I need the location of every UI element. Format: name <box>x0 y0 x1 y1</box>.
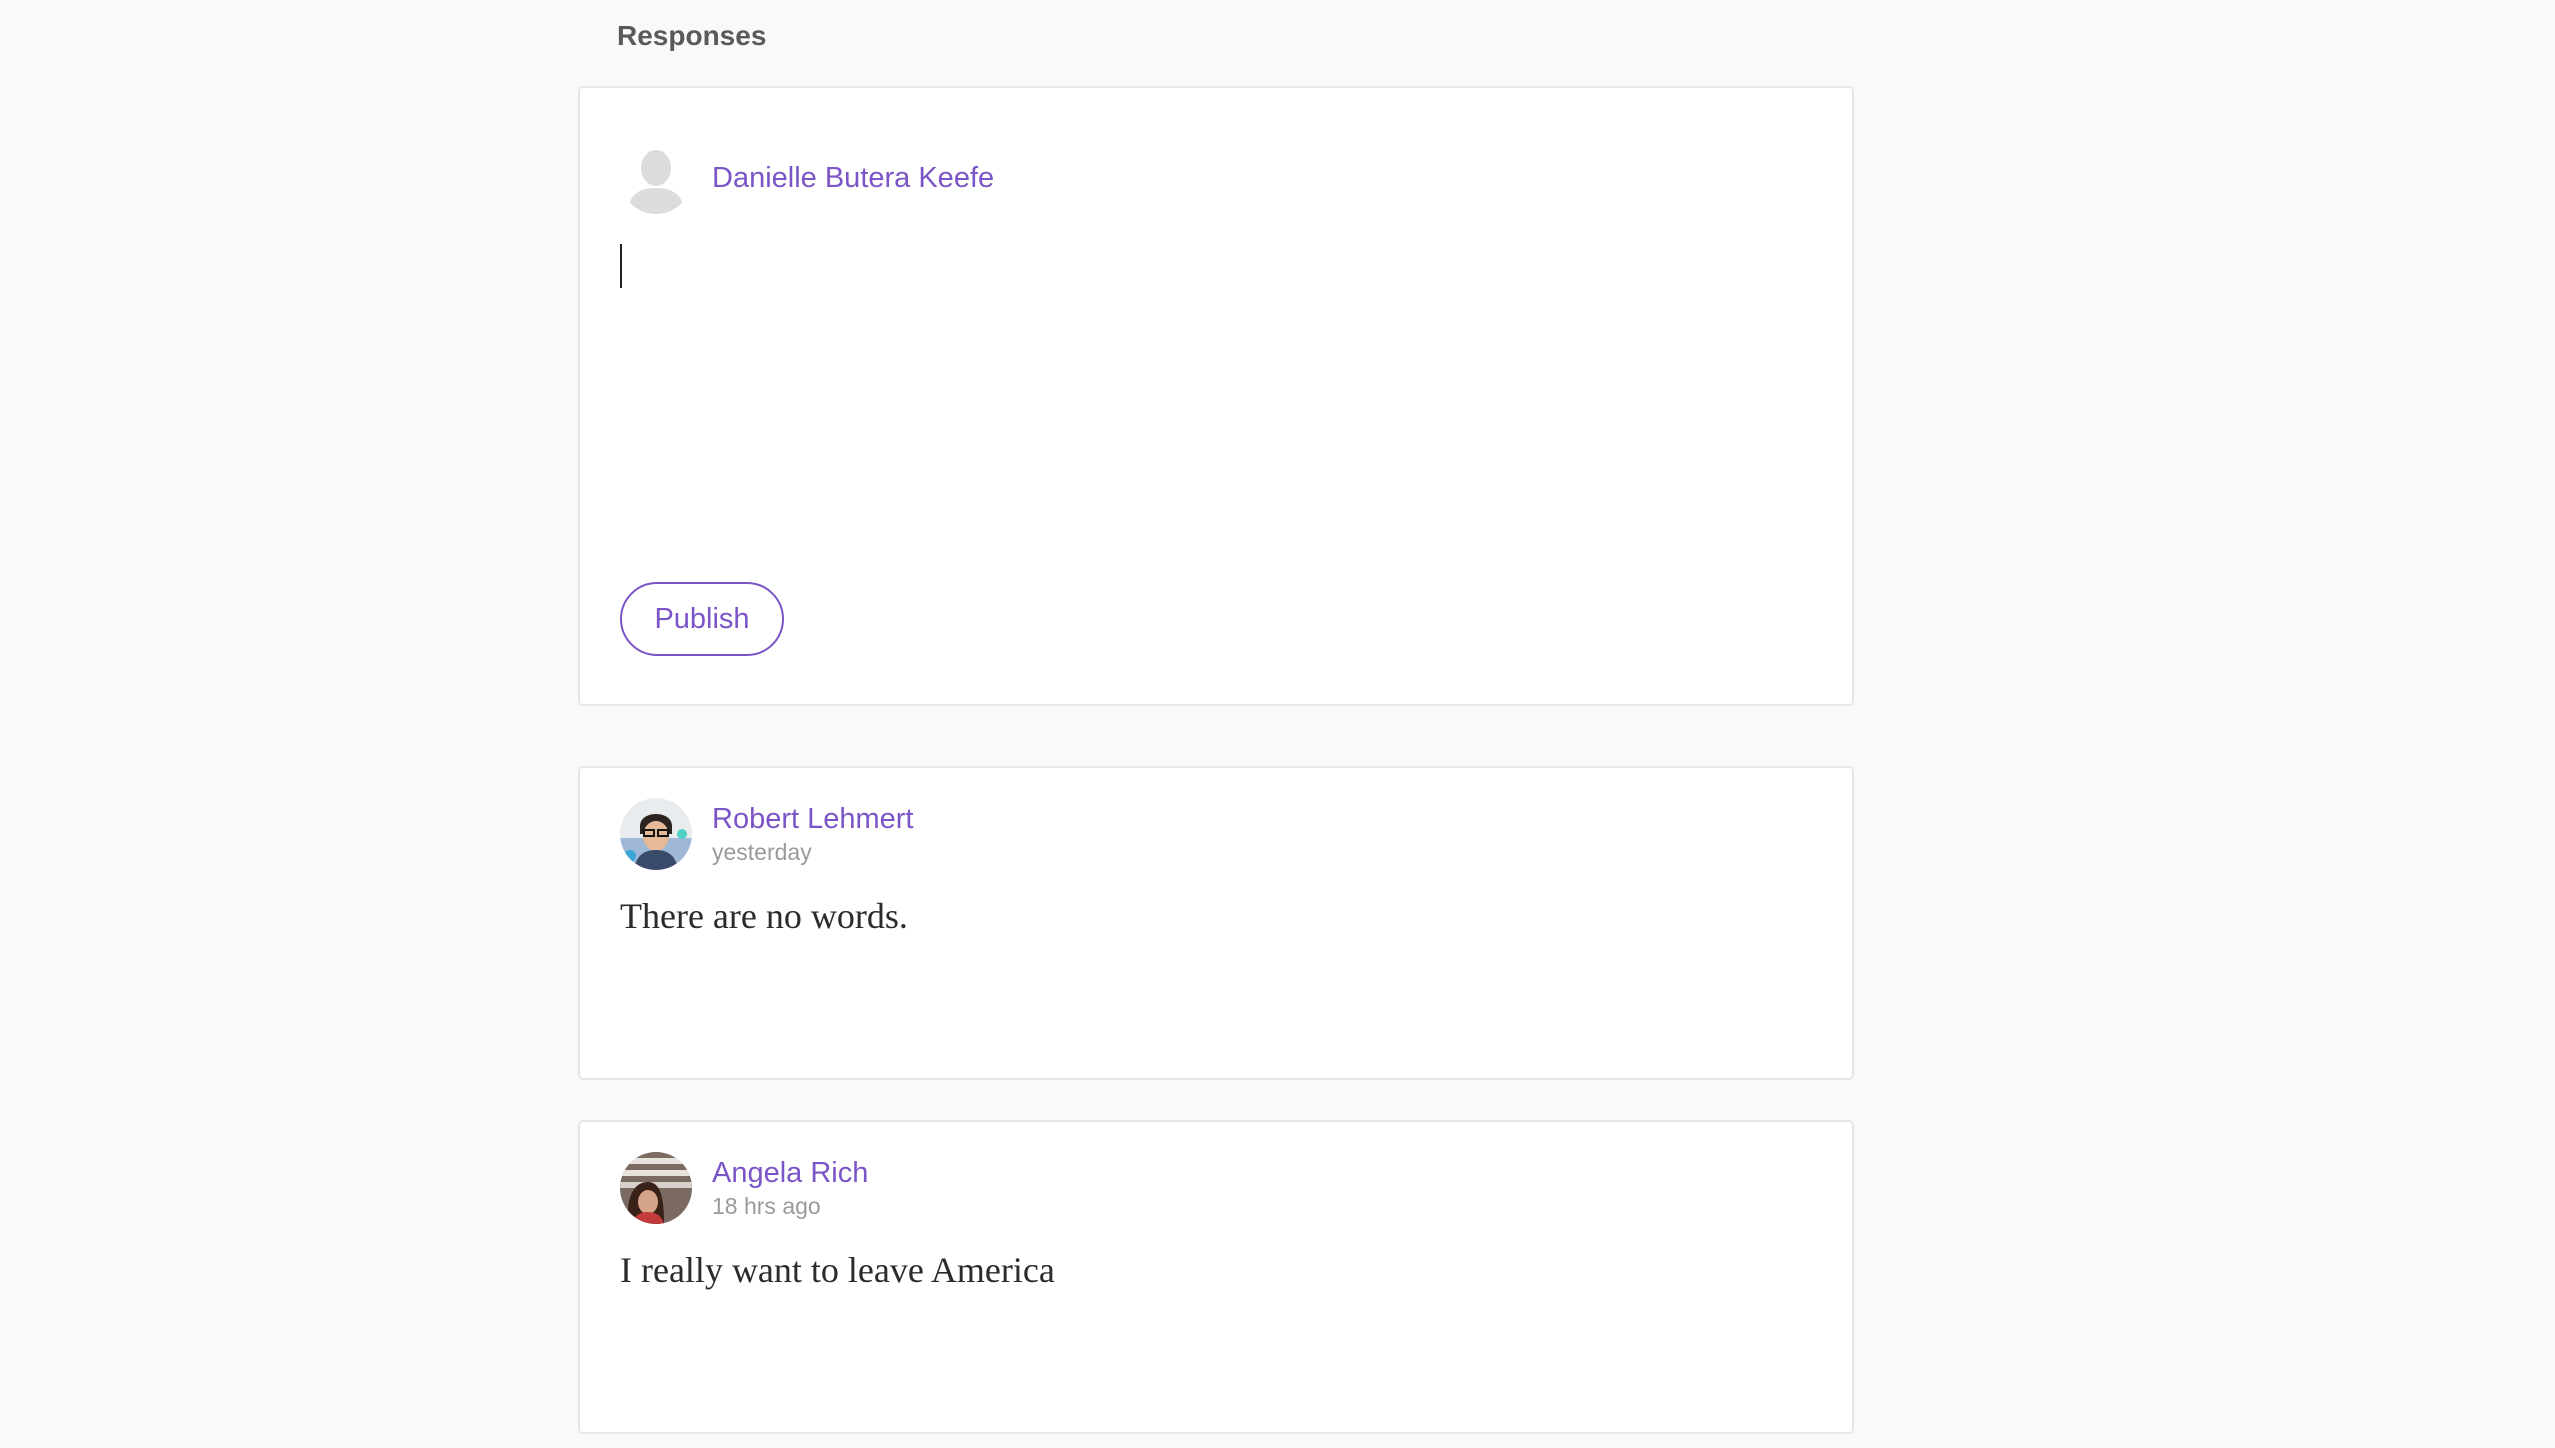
compose-author-name[interactable]: Danielle Butera Keefe <box>712 160 994 196</box>
text-caret <box>620 244 622 288</box>
response-author-row: Angela Rich 18 hrs ago <box>620 1152 868 1224</box>
response-timestamp[interactable]: yesterday <box>712 837 914 867</box>
default-avatar-icon <box>620 142 692 214</box>
response-text-input[interactable] <box>620 236 1810 516</box>
compose-author-row: Danielle Butera Keefe <box>620 142 994 214</box>
responses-heading: Responses <box>617 20 767 51</box>
response-author-name[interactable]: Angela Rich <box>712 1155 868 1191</box>
user-silhouette-icon <box>620 142 692 214</box>
response-author-name[interactable]: Robert Lehmert <box>712 801 914 837</box>
angela-avatar-image <box>620 1152 692 1224</box>
response-author-meta: Angela Rich 18 hrs ago <box>712 1155 868 1221</box>
response-timestamp[interactable]: 18 hrs ago <box>712 1191 868 1221</box>
avatar[interactable] <box>620 1152 692 1224</box>
robert-avatar-image <box>620 798 692 870</box>
publish-button[interactable]: Publish <box>620 582 784 656</box>
response-author-meta: Robert Lehmert yesterday <box>712 801 914 867</box>
avatar[interactable] <box>620 798 692 870</box>
compose-author-meta: Danielle Butera Keefe <box>712 160 994 196</box>
compose-response-card: Danielle Butera Keefe Publish <box>578 86 1854 706</box>
response-body[interactable]: There are no words. <box>620 894 908 938</box>
response-card[interactable]: Robert Lehmert yesterday There are no wo… <box>578 766 1854 1080</box>
response-author-row: Robert Lehmert yesterday <box>620 798 914 870</box>
response-card[interactable]: Angela Rich 18 hrs ago I really want to … <box>578 1120 1854 1434</box>
response-body[interactable]: I really want to leave America <box>620 1248 1055 1292</box>
